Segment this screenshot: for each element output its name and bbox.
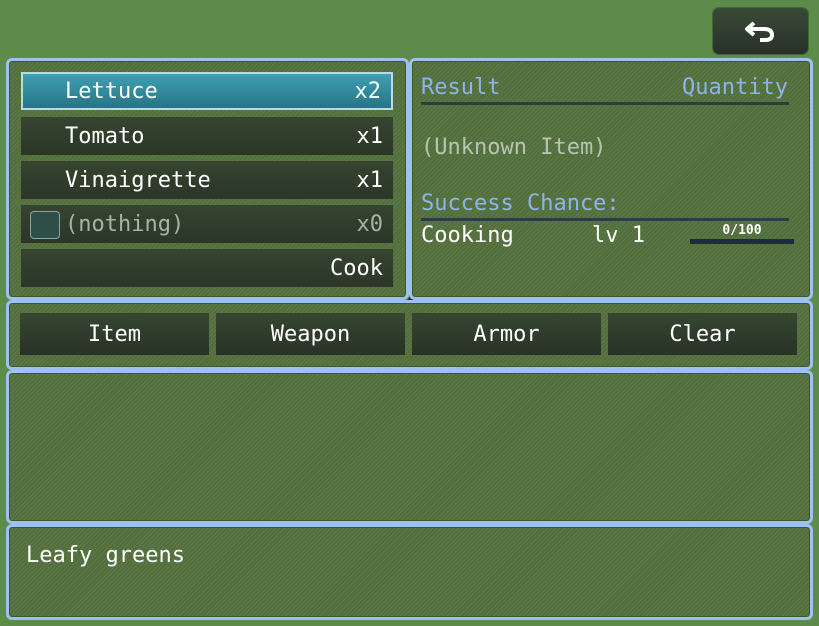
cook-button[interactable]: Cook [21,249,393,287]
ingredient-quantity: x0 [356,211,384,237]
back-button[interactable] [713,8,808,54]
tab-label: Weapon [270,321,351,347]
cooking-screen: Lettuce x2 Tomato x1 Vinaigrette x1 (not… [0,0,819,626]
ingredient-name: Vinaigrette [65,167,211,193]
help-text: Leafy greens [26,543,185,568]
ingredient-row-vinaigrette[interactable]: Vinaigrette x1 [21,161,393,199]
item-list-window [6,370,813,524]
tab-clear[interactable]: Clear [608,313,797,355]
category-window: Item Weapon Armor Clear [6,300,813,370]
ingredient-row-tomato[interactable]: Tomato x1 [21,117,393,155]
success-chance-label: Success Chance: [421,191,620,216]
ingredient-name: Lettuce [65,78,158,104]
ingredient-row-lettuce[interactable]: Lettuce x2 [21,72,393,110]
ingredient-quantity: x1 [356,123,384,149]
ingredient-quantity: x2 [354,78,382,104]
ingredient-name: (nothing) [65,211,185,237]
quantity-header: Quantity [682,75,788,100]
tab-label: Armor [473,321,540,347]
exp-gauge-track [690,239,794,244]
success-divider [421,218,789,221]
ingredient-name: Tomato [65,123,145,149]
help-window: Leafy greens [6,524,813,620]
exp-gauge: 0/100 [690,223,794,245]
ingredient-quantity: x1 [356,167,384,193]
tab-label: Item [88,321,141,347]
exp-gauge-text: 0/100 [722,223,762,238]
tab-item[interactable]: Item [20,313,209,355]
result-window: Result Quantity (Unknown Item) Success C… [409,58,813,300]
tab-label: Clear [669,321,736,347]
skill-name: Cooking [421,223,514,248]
ingredient-window: Lettuce x2 Tomato x1 Vinaigrette x1 (not… [6,58,416,302]
return-arrow-icon [744,21,774,42]
result-item-name: (Unknown Item) [421,135,607,160]
skill-level: lv 1 [592,223,645,248]
tab-weapon[interactable]: Weapon [216,313,405,355]
ingredient-row-nothing[interactable]: (nothing) x0 [21,205,393,243]
result-header: Result [421,75,501,100]
tab-armor[interactable]: Armor [412,313,601,355]
result-header-divider [421,102,789,105]
empty-slot-icon [30,211,60,239]
cook-label: Cook [330,255,383,281]
